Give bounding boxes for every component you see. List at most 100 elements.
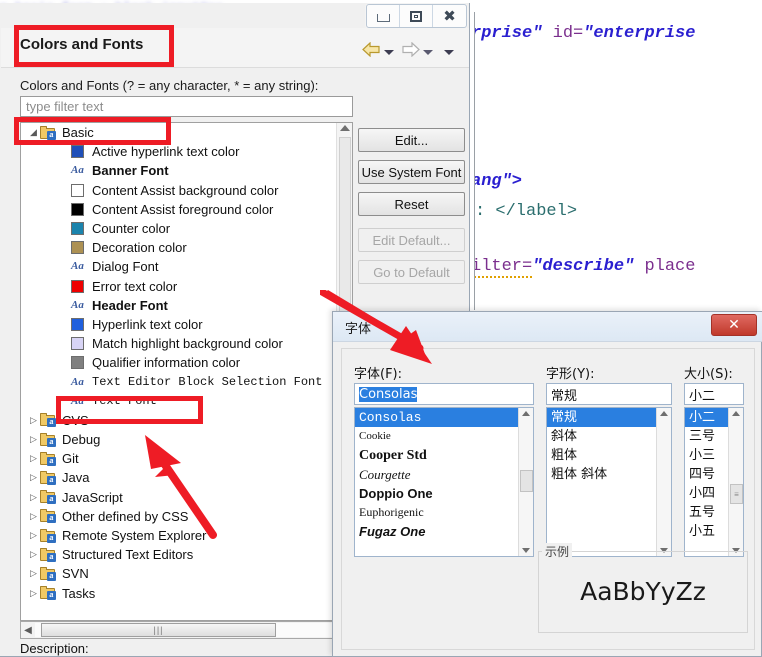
font-dialog-close-button[interactable]: ✕ <box>711 314 757 336</box>
list-item[interactable]: 粗体 斜体 <box>547 465 657 484</box>
tree-item-remote-system-explorer[interactable]: ▷ a Remote System Explorer <box>21 526 337 545</box>
twisty-collapsed-icon[interactable]: ▷ <box>27 434 40 445</box>
list-item[interactable]: Cooper Std <box>355 446 519 465</box>
list-item[interactable]: 常规 <box>547 408 657 427</box>
twisty-collapsed-icon[interactable]: ▷ <box>27 568 40 579</box>
filter-label: Colors and Fonts (? = any character, * =… <box>20 78 319 93</box>
tree-item-text-editor-block-selection-font[interactable]: Aa Text Editor Block Selection Font <box>21 372 337 391</box>
tree-item-tasks[interactable]: ▷ a Tasks <box>21 584 337 603</box>
list-item[interactable]: 小四 <box>685 484 729 503</box>
tree-item-label: Hyperlink text color <box>92 316 203 332</box>
font-style-scrollbar[interactable] <box>656 408 671 556</box>
code-token: ilter= <box>475 257 533 278</box>
tree-item-header-font[interactable]: Aa Header Font <box>21 296 337 315</box>
minimize-button[interactable] <box>367 5 400 27</box>
colors-and-fonts-tree[interactable]: ◢ a Basic Active hyperlink text color Aa Bann… <box>20 122 353 621</box>
list-item[interactable]: 斜体 <box>547 427 657 446</box>
font-sample-icon: Aa <box>71 375 84 388</box>
tree-item-match-highlight-background-color[interactable]: Match highlight background color <box>21 334 337 353</box>
list-item[interactable]: Fugaz One <box>355 522 519 541</box>
tree-item-counter-color[interactable]: Counter color <box>21 219 337 238</box>
tree-item-label: Content Assist background color <box>92 182 279 198</box>
list-item[interactable]: 粗体 <box>547 446 657 465</box>
font-dialog-titlebar <box>333 312 762 342</box>
code-editor-pane[interactable]: rprise" id="enterprise ang"> : </label> … <box>474 12 762 310</box>
tree-item-structured-text-editors[interactable]: ▷ a Structured Text Editors <box>21 545 337 564</box>
tree-item-banner-font[interactable]: Aa Banner Font <box>21 161 337 180</box>
tree-horizontal-scrollbar[interactable]: ◀ ||| ▶ <box>20 621 353 639</box>
color-swatch <box>71 145 84 159</box>
sample-text: AaBbYyZz <box>580 577 706 606</box>
twisty-collapsed-icon[interactable]: ▷ <box>27 415 40 426</box>
scrollbar-thumb[interactable] <box>520 470 533 492</box>
scroll-left-icon[interactable]: ◀ <box>21 625 35 636</box>
reset-button[interactable]: Reset <box>358 192 465 216</box>
tree-item-other-defined-by-css[interactable]: ▷ a Other defined by CSS <box>21 507 337 526</box>
list-item[interactable]: 三号 <box>685 427 729 446</box>
back-dropdown-icon[interactable] <box>384 49 394 55</box>
edit-button[interactable]: Edit... <box>358 128 465 152</box>
list-item[interactable]: Courgette <box>355 465 519 484</box>
tree-item-javascript[interactable]: ▷ a JavaScript <box>21 488 337 507</box>
color-swatch <box>71 279 84 293</box>
back-arrow-icon[interactable] <box>362 41 381 62</box>
forward-dropdown-icon[interactable] <box>423 49 433 55</box>
folder-icon: a <box>40 432 56 447</box>
search-input[interactable]: type filter text <box>20 96 353 117</box>
use-system-font-button[interactable]: Use System Font <box>358 160 465 184</box>
tree-item-svn[interactable]: ▷ a SVN <box>21 564 337 583</box>
tree-item-label: Error text color <box>92 278 178 294</box>
twisty-collapsed-icon[interactable]: ▷ <box>27 453 40 464</box>
twisty-collapsed-icon[interactable]: ▷ <box>27 530 40 541</box>
tree-item-java[interactable]: ▷ a Java <box>21 468 337 487</box>
list-item[interactable]: 小三 <box>685 446 729 465</box>
scroll-down-icon[interactable] <box>522 548 530 553</box>
font-style-input[interactable]: 常规 <box>546 383 672 405</box>
scroll-up-icon[interactable] <box>340 125 350 131</box>
font-size-input[interactable]: 小二 <box>684 383 744 405</box>
scroll-up-icon[interactable] <box>732 411 740 416</box>
tree-item-dialog-font[interactable]: Aa Dialog Font <box>21 257 337 276</box>
scroll-up-icon[interactable] <box>660 411 668 416</box>
close-button[interactable]: ✖ <box>433 5 466 27</box>
hscroll-track[interactable]: ||| <box>35 623 338 637</box>
font-family-scrollbar[interactable] <box>518 408 533 556</box>
scroll-up-icon[interactable] <box>522 411 530 416</box>
tree-item-error-text-color[interactable]: Error text color <box>21 277 337 296</box>
maximize-button[interactable] <box>400 5 433 27</box>
tree-item-decoration-color[interactable]: Decoration color <box>21 238 337 257</box>
list-item[interactable]: Doppio One <box>355 484 519 503</box>
code-token: id= <box>542 24 584 43</box>
tree-item-git[interactable]: ▷ a Git <box>21 449 337 468</box>
list-item[interactable]: 小二 <box>685 408 729 427</box>
twisty-collapsed-icon[interactable]: ▷ <box>27 511 40 522</box>
font-dialog-title: 字体 <box>345 322 372 337</box>
twisty-collapsed-icon[interactable]: ▷ <box>27 492 40 503</box>
tree-item-active-hyperlink-text-color[interactable]: Active hyperlink text color <box>21 142 337 161</box>
font-family-input[interactable]: Consolas <box>354 383 534 405</box>
list-item[interactable]: 小五 <box>685 522 729 541</box>
tree-item-content-assist-foreground-color[interactable]: Content Assist foreground color <box>21 200 337 219</box>
hscrollbar-thumb[interactable]: ||| <box>41 623 276 637</box>
twisty-collapsed-icon[interactable]: ▷ <box>27 549 40 560</box>
tree-item-label: Active hyperlink text color <box>92 144 240 160</box>
font-size-list[interactable]: 小二 三号 小三 四号 小四 五号 小五 ≡ <box>684 407 744 557</box>
font-size-scrollbar[interactable]: ≡ <box>728 408 743 556</box>
scrollbar-thumb[interactable]: ≡ <box>730 484 743 504</box>
list-item[interactable]: Cookie <box>355 427 519 446</box>
font-family-list[interactable]: Consolas Cookie Cooper Std Courgette Doppio … <box>354 407 534 557</box>
code-token: ang"> <box>474 172 523 191</box>
tree-item-content-assist-background-color[interactable]: Content Assist background color <box>21 181 337 200</box>
tree-item-debug[interactable]: ▷ a Debug <box>21 430 337 449</box>
tree-item-qualifier-information-color[interactable]: Qualifier information color <box>21 353 337 372</box>
list-item[interactable]: Consolas <box>355 408 519 427</box>
list-item[interactable]: Euphorigenic <box>355 503 519 522</box>
tree-item-hyperlink-text-color[interactable]: Hyperlink text color <box>21 315 337 334</box>
twisty-collapsed-icon[interactable]: ▷ <box>27 588 40 599</box>
list-item[interactable]: 五号 <box>685 503 729 522</box>
view-menu-icon[interactable] <box>444 49 454 55</box>
window-controls: ✖ <box>366 4 467 28</box>
font-style-list[interactable]: 常规 斜体 粗体 粗体 斜体 <box>546 407 672 557</box>
list-item[interactable]: 四号 <box>685 465 729 484</box>
twisty-collapsed-icon[interactable]: ▷ <box>27 472 40 483</box>
